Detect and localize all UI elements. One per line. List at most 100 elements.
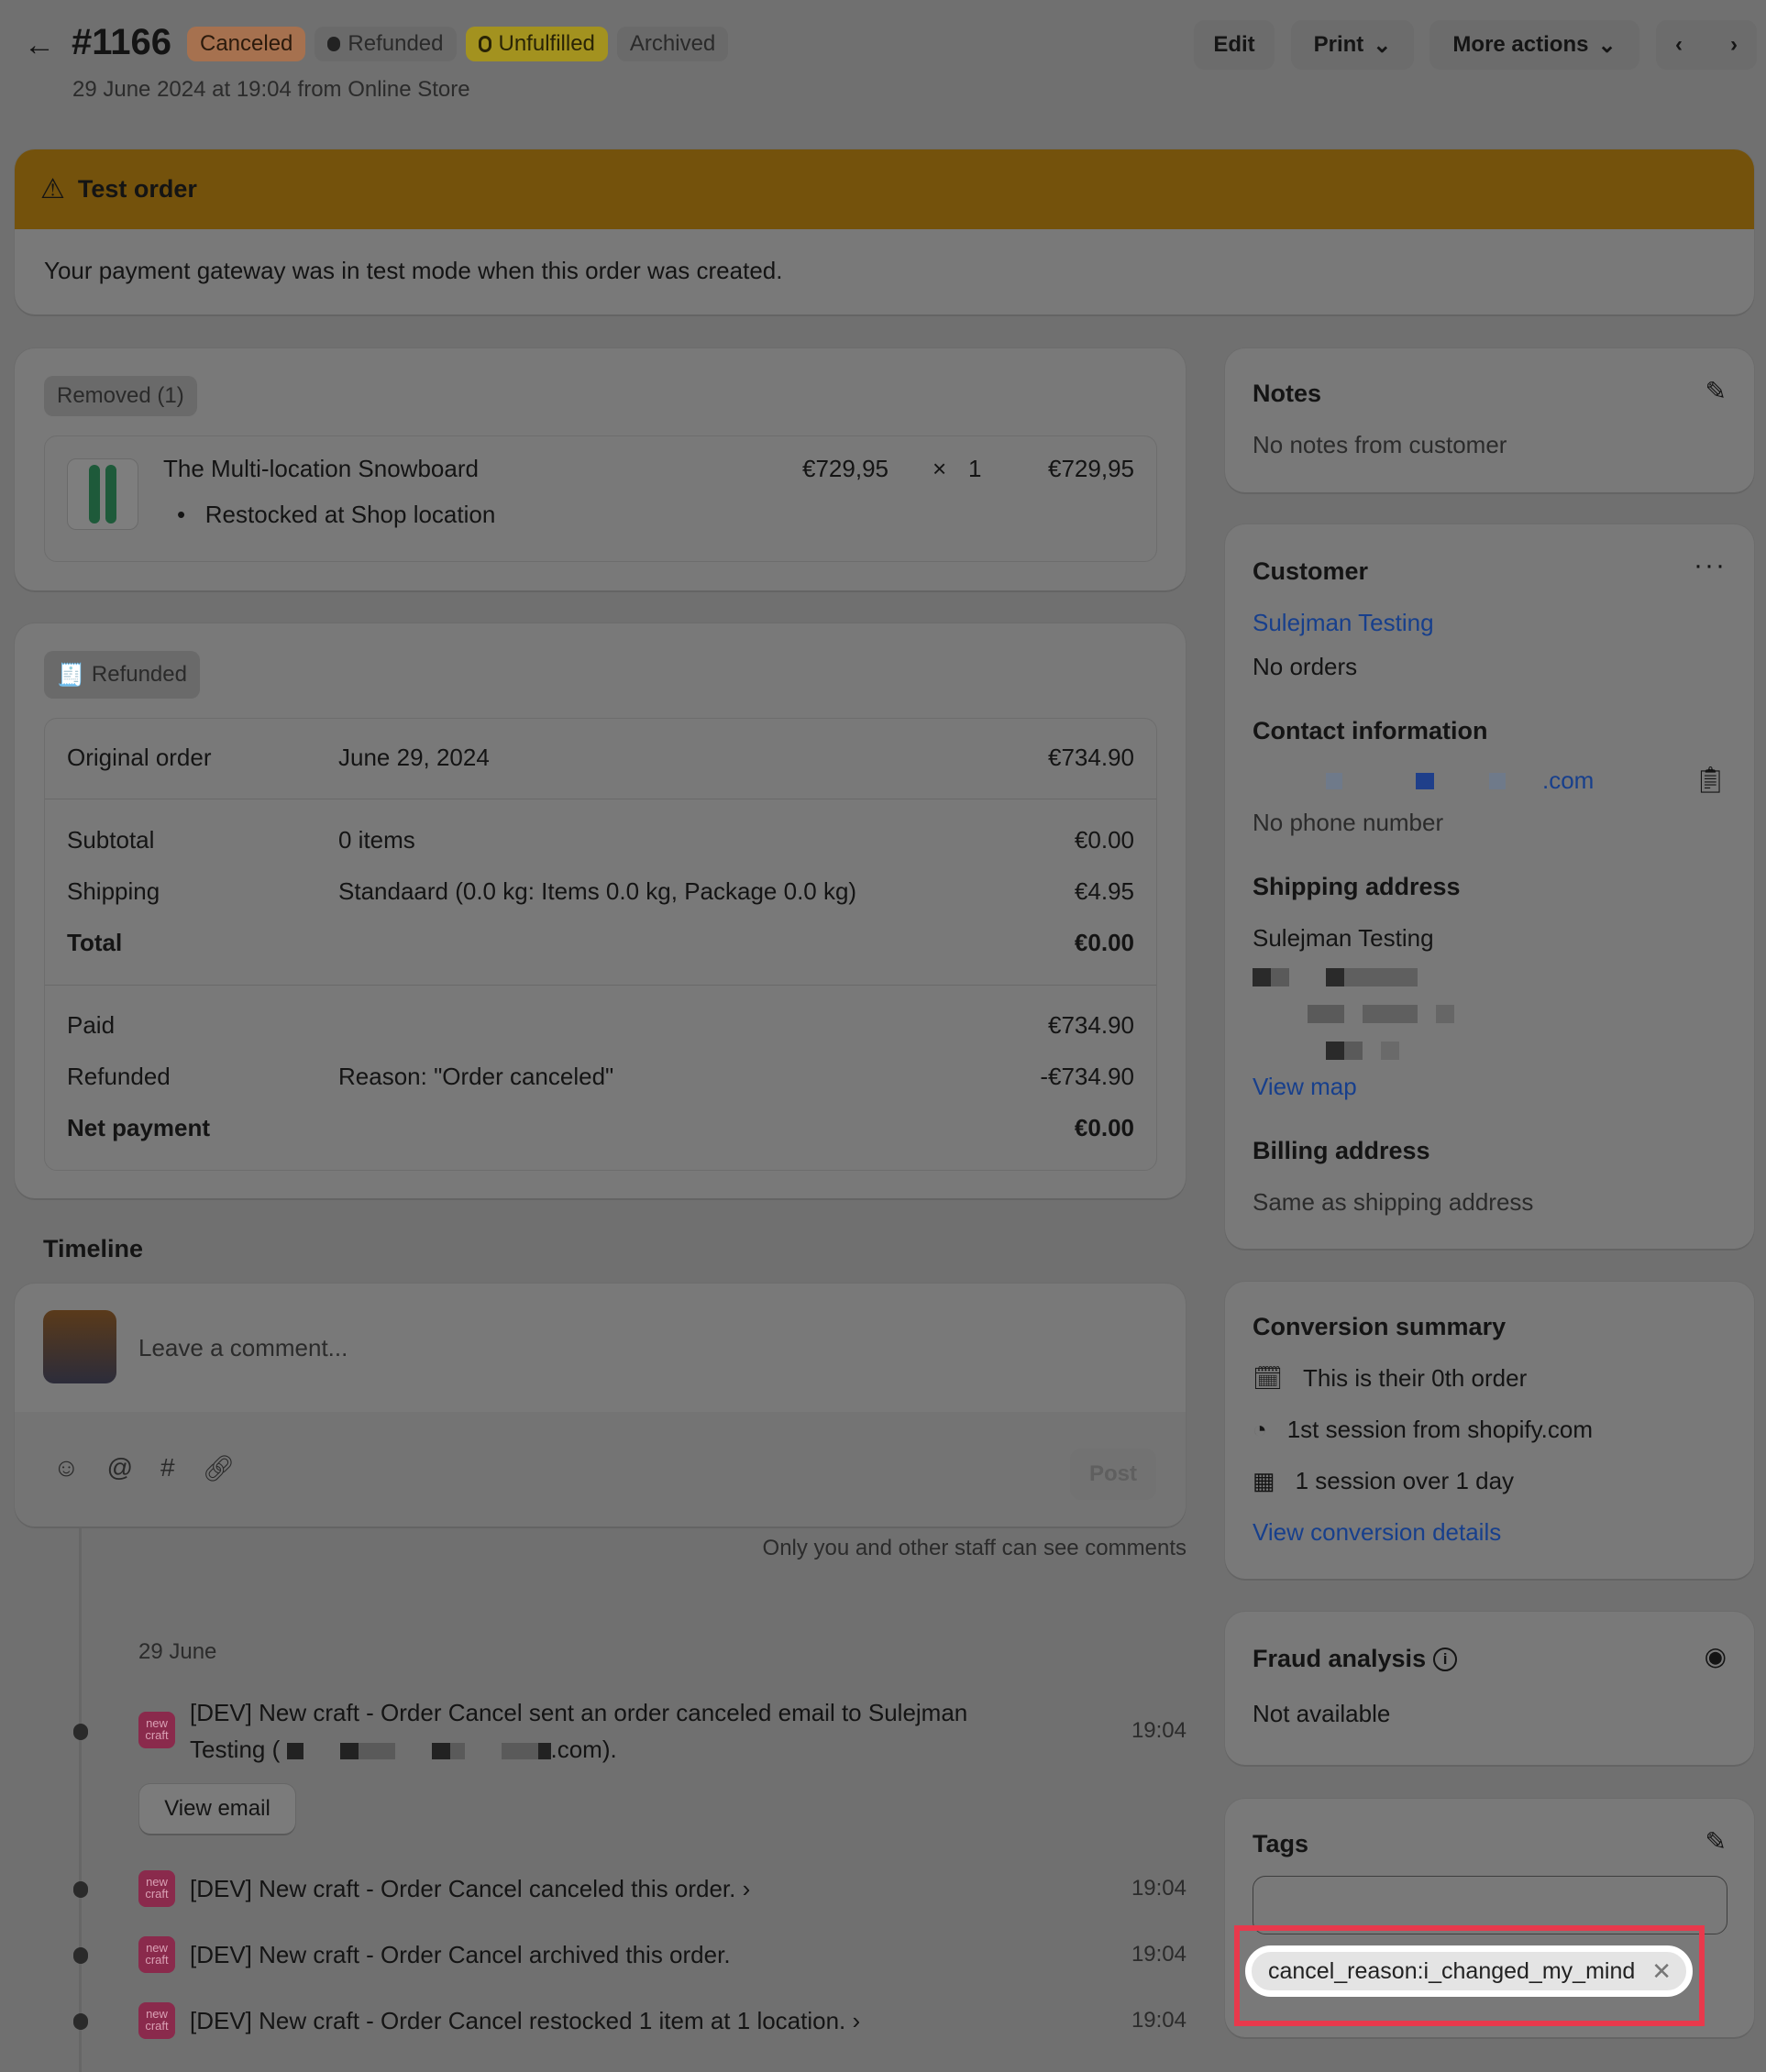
timeline-dot-icon: [73, 1724, 88, 1740]
badge-unfulfilled: Unfulfilled: [465, 27, 608, 61]
ring-icon: [478, 36, 491, 52]
contact-title: Contact information: [1253, 717, 1488, 744]
hashtag-icon[interactable]: #: [160, 1453, 175, 1483]
notes-title: Notes: [1253, 380, 1322, 407]
comment-input[interactable]: Leave a comment...: [138, 1334, 348, 1362]
row-label: Shipping: [67, 877, 160, 905]
row-amount: €0.00: [1074, 1114, 1134, 1141]
event-text-cont: Testing (: [190, 1736, 281, 1763]
customer-name-link[interactable]: Sulejman Testing: [1253, 609, 1434, 637]
fraud-title: Fraud analysis: [1253, 1645, 1427, 1672]
event-text: [DEV] New craft - Order Cancel sent an o…: [190, 1699, 968, 1726]
eye-icon[interactable]: ◉: [1705, 1641, 1727, 1671]
notes-card: Notes ✎ No notes from customer: [1225, 348, 1754, 492]
conversion-item: ◔ 1st session from shopify.com: [1253, 1416, 1593, 1444]
calendar-icon: ▦: [1253, 1467, 1275, 1494]
shipping-address-redacted: [1253, 968, 1491, 1060]
event-text: [DEV] New craft - Order Cancel canceled …: [190, 1875, 736, 1902]
row-detail: June 29, 2024: [338, 744, 490, 771]
post-button[interactable]: Post: [1070, 1449, 1156, 1500]
row-label: Original order: [67, 744, 212, 771]
avatar: [43, 1310, 116, 1383]
remove-tag-icon[interactable]: ✕: [1651, 1957, 1672, 1986]
more-actions-button[interactable]: More actions ⌄: [1429, 20, 1639, 70]
fraud-analysis-card: Fraud analysis i ◉ Not available: [1225, 1612, 1754, 1765]
event-time: 19:04: [1131, 1876, 1187, 1901]
back-arrow-icon[interactable]: ←: [24, 28, 55, 63]
customer-card: Customer ··· Sulejman Testing No orders …: [1225, 524, 1754, 1249]
billing-title: Billing address: [1253, 1137, 1430, 1164]
mention-icon[interactable]: @: [107, 1453, 133, 1483]
customer-email[interactable]: .com: [1253, 766, 1594, 795]
view-email-button[interactable]: View email: [139, 1784, 295, 1834]
fraud-text: Not available: [1253, 1700, 1391, 1727]
badge-refunded: Refunded: [315, 27, 457, 61]
more-options-icon[interactable]: ···: [1694, 550, 1727, 581]
app-logo-icon: new craft: [138, 2002, 175, 2039]
refunded-badge-label: Refunded: [91, 662, 187, 687]
customer-orders: No orders: [1253, 653, 1358, 680]
shipping-name: Sulejman Testing: [1253, 924, 1434, 952]
row-amount: €734.90: [1048, 1011, 1134, 1039]
restock-note-text: Restocked at Shop location: [204, 501, 496, 528]
app-logo-icon: new craft: [138, 1936, 175, 1973]
timeline-title: Timeline: [43, 1235, 144, 1262]
restock-note: • Restocked at Shop location: [177, 501, 496, 528]
row-label: Total: [67, 929, 123, 956]
row-amount: €0.00: [1074, 929, 1134, 956]
receipt-refund-icon: 🧾: [57, 662, 84, 688]
more-actions-label: More actions: [1452, 32, 1589, 57]
row-label: Refunded: [67, 1063, 171, 1090]
attachment-icon[interactable]: 🔗︎: [203, 1453, 236, 1483]
row-amount: €734.90: [1048, 744, 1134, 771]
timeline-line: [79, 1522, 82, 2072]
row-amount: -€734.90: [1040, 1063, 1134, 1090]
product-name[interactable]: The Multi-location Snowboard: [163, 455, 479, 483]
edit-pencil-icon[interactable]: ✎: [1705, 1826, 1727, 1857]
customer-title: Customer: [1253, 557, 1369, 585]
line-item: The Multi-location Snowboard • Restocked…: [44, 435, 1157, 562]
row-label: Subtotal: [67, 826, 155, 854]
event-time: 19:04: [1131, 1718, 1187, 1743]
timeline-date: 29 June: [138, 1639, 217, 1664]
print-label: Print: [1313, 32, 1364, 57]
badge-canceled: Canceled: [187, 27, 306, 61]
row-detail: Standaard (0.0 kg: Items 0.0 kg, Package…: [338, 877, 857, 905]
app-logo-icon: new craft: [138, 1870, 175, 1907]
next-order-icon[interactable]: ›: [1730, 32, 1738, 58]
row-label: Net payment: [67, 1114, 211, 1141]
chevron-right-icon: ›: [852, 2007, 861, 2034]
print-button[interactable]: Print ⌄: [1291, 20, 1414, 70]
emoji-icon[interactable]: ☺: [53, 1453, 80, 1483]
previous-order-icon[interactable]: ‹: [1675, 32, 1683, 58]
conversion-item: 🗓︎ This is their 0th order: [1253, 1364, 1527, 1393]
copy-clipboard-icon[interactable]: 📋︎: [1694, 765, 1727, 795]
row-amount: €0.00: [1074, 826, 1134, 854]
timeline-dot-icon: [73, 1947, 88, 1964]
info-icon[interactable]: i: [1433, 1647, 1458, 1671]
event-time: 19:04: [1131, 2008, 1187, 2033]
notes-text: No notes from customer: [1253, 431, 1507, 458]
product-thumbnail: [67, 458, 138, 530]
warning-icon: ⚠: [40, 174, 65, 204]
session-icon: ◔: [1253, 1416, 1267, 1443]
conversion-item: ▦ 1 session over 1 day: [1253, 1467, 1514, 1495]
chevron-down-icon: ⌄: [1597, 32, 1617, 58]
tags-title: Tags: [1253, 1830, 1309, 1857]
badge-label: Refunded: [348, 31, 444, 56]
timeline-dot-icon: [73, 1881, 88, 1898]
view-conversion-details-link[interactable]: View conversion details: [1253, 1518, 1501, 1547]
billing-text: Same as shipping address: [1253, 1188, 1534, 1216]
email-suffix[interactable]: .com: [1542, 766, 1594, 795]
event-text: [DEV] New craft - Order Cancel archived …: [190, 1941, 731, 1968]
row-amount: €4.95: [1074, 877, 1134, 905]
chevron-down-icon: ⌄: [1373, 32, 1392, 58]
view-map-link[interactable]: View map: [1253, 1073, 1357, 1101]
refunded-card: 🧾 Refunded Original order June 29, 2024 €73…: [15, 623, 1186, 1198]
edit-button[interactable]: Edit: [1194, 20, 1275, 70]
conversion-summary-card: Conversion summary 🗓︎ This is their 0th o…: [1225, 1282, 1754, 1579]
refunded-badge: 🧾 Refunded: [44, 651, 200, 699]
banner-message: Your payment gateway was in test mode wh…: [44, 257, 783, 284]
removed-items-card: Removed (1) The Multi-location Snowboard…: [15, 348, 1186, 590]
edit-pencil-icon[interactable]: ✎: [1705, 376, 1727, 406]
